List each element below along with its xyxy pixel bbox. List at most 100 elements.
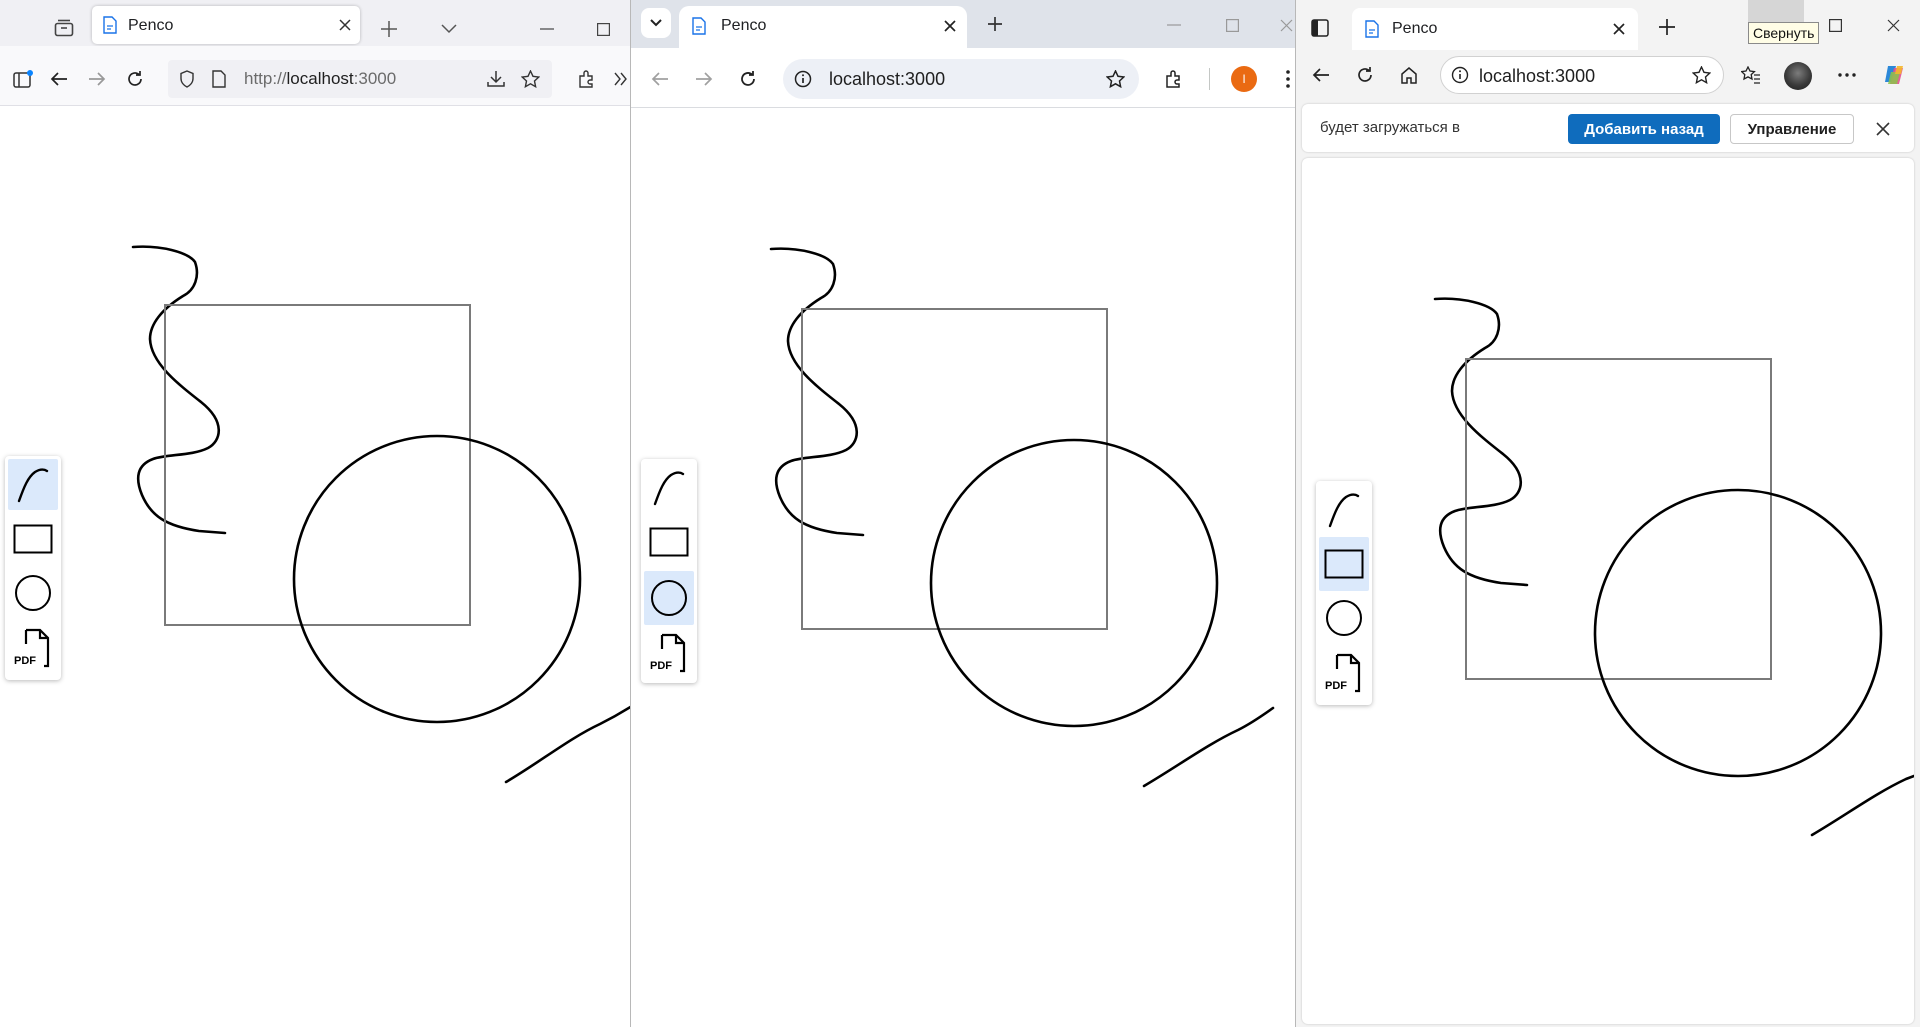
manage-button[interactable]: Управление	[1730, 114, 1854, 144]
back-icon[interactable]	[647, 66, 673, 92]
maximize-icon[interactable]	[1221, 14, 1243, 36]
save-page-icon[interactable]	[484, 68, 508, 90]
circle-tool[interactable]	[1319, 593, 1369, 643]
tab-list-icon[interactable]	[50, 16, 78, 40]
tab-penco[interactable]: Penco	[92, 6, 360, 44]
favorites-icon[interactable]	[1738, 62, 1764, 88]
site-info-icon[interactable]	[791, 67, 815, 91]
close-tab-icon[interactable]	[1610, 20, 1628, 38]
pen-tool[interactable]	[1319, 484, 1369, 535]
drawing-canvas[interactable]	[1302, 158, 1914, 1024]
rectangle-shape	[164, 304, 471, 626]
add-back-button[interactable]: Добавить назад	[1568, 114, 1720, 144]
pdf-file-icon: PDF	[1325, 653, 1361, 693]
content-area: PDF	[1302, 158, 1914, 1024]
address-bar[interactable]: localhost:3000	[783, 59, 1139, 99]
rectangle-tool[interactable]	[1319, 537, 1369, 591]
site-info-icon[interactable]	[1449, 64, 1471, 86]
pdf-export-tool[interactable]: PDF	[8, 622, 58, 676]
bookmark-star-icon[interactable]	[518, 68, 542, 90]
close-tab-icon[interactable]	[941, 17, 959, 35]
tab-title: Penco	[1392, 20, 1438, 37]
freehand-stroke	[504, 705, 630, 784]
page-info-icon[interactable]	[208, 68, 230, 90]
circle-shape	[292, 434, 582, 724]
tab-actions-icon[interactable]	[1306, 14, 1334, 42]
reload-icon[interactable]	[1352, 62, 1378, 88]
pdf-export-tool[interactable]: PDF	[1319, 647, 1369, 701]
tab-penco[interactable]: Penco	[1352, 8, 1638, 50]
profile-avatar[interactable]: I	[1231, 66, 1257, 92]
sidebar-icon[interactable]	[10, 66, 36, 92]
tool-palette: PDF	[1316, 481, 1372, 705]
chrome-window: Penco localhost:3000 I PDF	[630, 0, 1295, 1027]
svg-text:PDF: PDF	[650, 660, 672, 672]
page-icon	[689, 16, 709, 36]
circle-icon	[15, 575, 51, 611]
kebab-menu-icon[interactable]	[1281, 66, 1295, 92]
close-window-icon[interactable]	[1275, 14, 1295, 36]
page-icon	[1362, 19, 1382, 39]
rectangle-tool[interactable]	[8, 514, 58, 564]
rectangle-icon	[649, 527, 689, 557]
infobar-message: будет загружаться в	[1320, 119, 1460, 136]
extensions-icon[interactable]	[574, 66, 600, 92]
back-icon[interactable]	[46, 66, 72, 92]
back-icon[interactable]	[1308, 62, 1334, 88]
circle-shape	[1593, 488, 1883, 778]
overflow-chevron-icon[interactable]	[612, 68, 630, 90]
shield-icon[interactable]	[176, 68, 198, 90]
url-text[interactable]: localhost:3000	[829, 69, 945, 90]
rectangle-shape	[801, 308, 1108, 630]
page-icon	[100, 15, 120, 35]
address-bar[interactable]: localhost:3000	[1440, 56, 1724, 94]
url-text[interactable]: http://localhost:3000	[244, 69, 396, 89]
tool-palette: PDF	[641, 459, 697, 683]
url-port: :3000	[353, 69, 397, 88]
close-infobar-icon[interactable]	[1872, 118, 1894, 140]
forward-icon[interactable]	[84, 66, 110, 92]
home-icon[interactable]	[1396, 62, 1422, 88]
maximize-icon[interactable]	[592, 18, 614, 40]
tab-search-icon[interactable]	[641, 8, 671, 38]
avatar[interactable]	[1784, 62, 1812, 90]
tab-title: Penco	[128, 17, 174, 34]
pen-tool[interactable]	[8, 459, 58, 510]
tool-palette: PDF	[5, 456, 61, 680]
chevron-down-icon[interactable]	[436, 16, 462, 42]
forward-icon[interactable]	[691, 66, 717, 92]
copilot-icon[interactable]	[1880, 60, 1910, 90]
circle-tool[interactable]	[644, 571, 694, 625]
close-window-icon[interactable]	[1882, 14, 1904, 36]
more-menu-icon[interactable]	[1834, 62, 1860, 88]
drawing-canvas[interactable]	[631, 108, 1295, 1027]
reload-icon[interactable]	[122, 66, 148, 92]
address-bar[interactable]: http://localhost:3000	[168, 60, 552, 98]
reload-icon[interactable]	[735, 66, 761, 92]
url-text[interactable]: localhost:3000	[1479, 66, 1595, 87]
bookmark-star-icon[interactable]	[1103, 67, 1127, 91]
circle-tool[interactable]	[8, 568, 58, 618]
minimize-icon[interactable]	[1163, 14, 1185, 36]
tooltip: Свернуть	[1748, 22, 1820, 44]
bookmark-star-icon[interactable]	[1689, 64, 1713, 86]
tab-penco[interactable]: Penco	[679, 6, 967, 48]
close-tab-icon[interactable]	[336, 16, 354, 34]
drawing-canvas[interactable]	[0, 106, 630, 1027]
extensions-icon[interactable]	[1161, 66, 1187, 92]
toolbar-divider	[1209, 68, 1210, 90]
edge-window: Penco Свернуть localhost:3000 будет загр…	[1295, 0, 1920, 1027]
freehand-stroke	[1433, 297, 1529, 587]
minimize-icon[interactable]	[536, 18, 558, 40]
pdf-file-icon: PDF	[650, 633, 686, 673]
url-host: localhost	[286, 69, 354, 88]
circle-icon	[651, 580, 687, 616]
new-tab-icon[interactable]	[376, 16, 402, 42]
new-tab-icon[interactable]	[1654, 14, 1680, 40]
rectangle-icon	[1324, 549, 1364, 579]
maximize-icon[interactable]	[1824, 14, 1846, 36]
rectangle-tool[interactable]	[644, 517, 694, 567]
pdf-export-tool[interactable]: PDF	[644, 627, 694, 681]
new-tab-icon[interactable]	[983, 12, 1007, 36]
pen-tool[interactable]	[644, 462, 694, 513]
